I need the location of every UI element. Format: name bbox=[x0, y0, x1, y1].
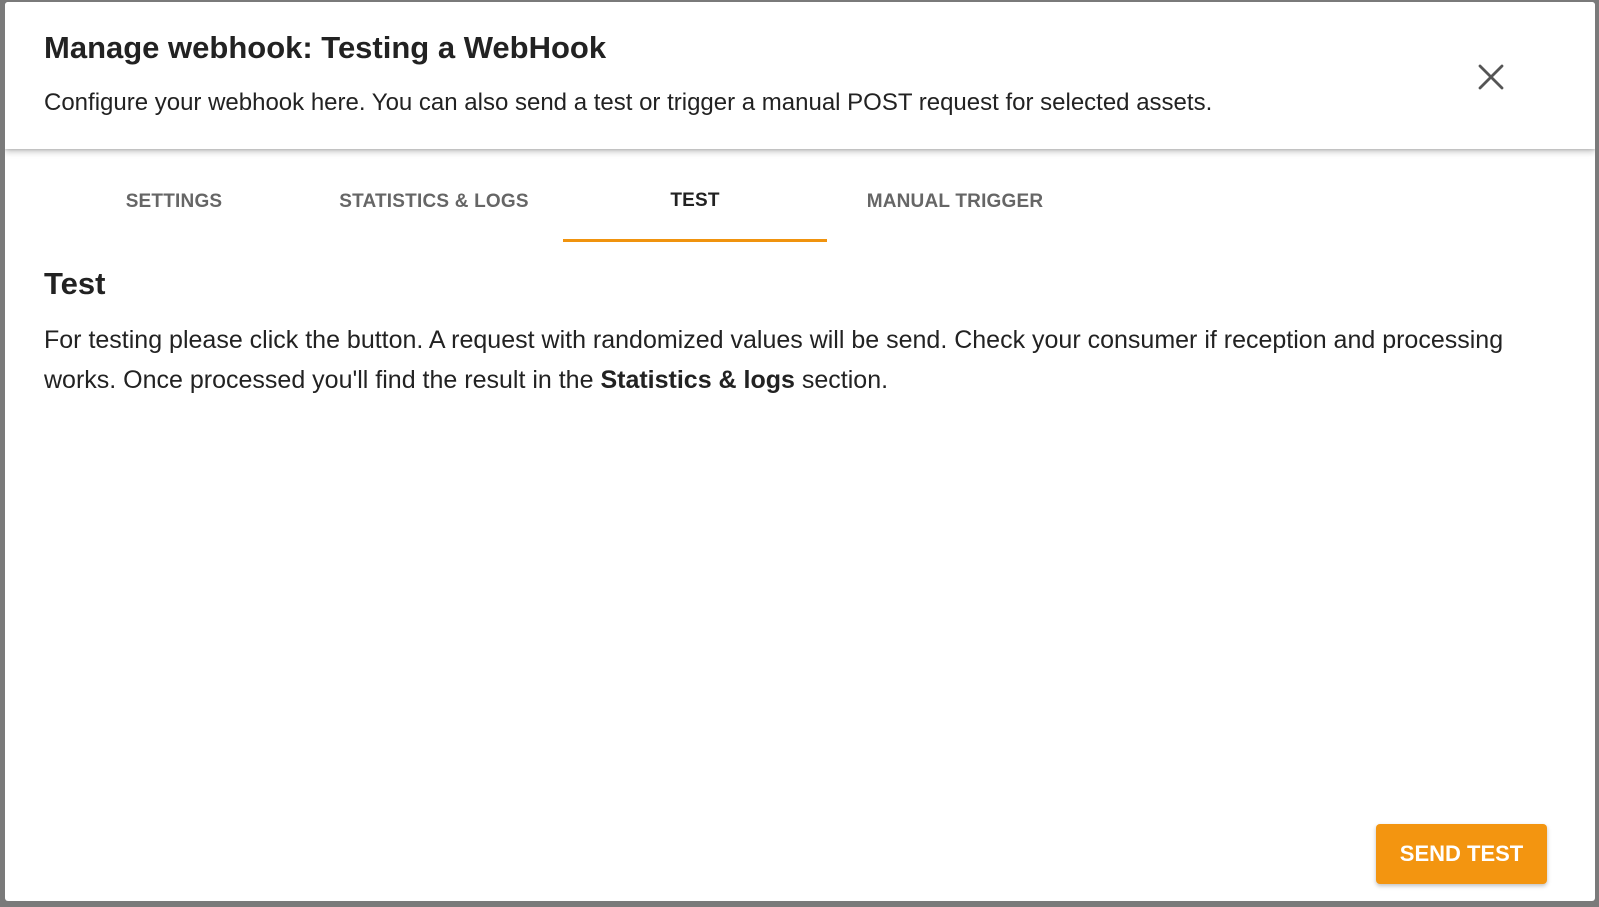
description-text-end: section. bbox=[794, 366, 889, 394]
dialog-header: Manage webhook: Testing a WebHook Config… bbox=[5, 2, 1595, 149]
test-section-title: Test bbox=[44, 266, 106, 301]
tab-settings[interactable]: SETTINGS bbox=[42, 162, 306, 242]
statistics-logs-reference: Statistics & logs bbox=[600, 366, 795, 394]
close-icon bbox=[1478, 64, 1504, 90]
dialog-subtitle: Configure your webhook here. You can als… bbox=[44, 89, 1213, 116]
dialog-title: Manage webhook: Testing a WebHook bbox=[44, 30, 607, 65]
tab-statistics-logs[interactable]: STATISTICS & LOGS bbox=[302, 162, 566, 242]
close-button[interactable] bbox=[1471, 57, 1511, 97]
webhook-dialog: Manage webhook: Testing a WebHook Config… bbox=[5, 2, 1595, 901]
tab-test[interactable]: TEST bbox=[563, 162, 827, 242]
tab-manual-trigger[interactable]: MANUAL TRIGGER bbox=[823, 162, 1087, 242]
tab-bar: SETTINGS STATISTICS & LOGS TEST MANUAL T… bbox=[5, 162, 1595, 244]
test-section-description: For testing please click the button. A r… bbox=[44, 320, 1554, 400]
send-test-button[interactable]: SEND TEST bbox=[1376, 824, 1547, 884]
